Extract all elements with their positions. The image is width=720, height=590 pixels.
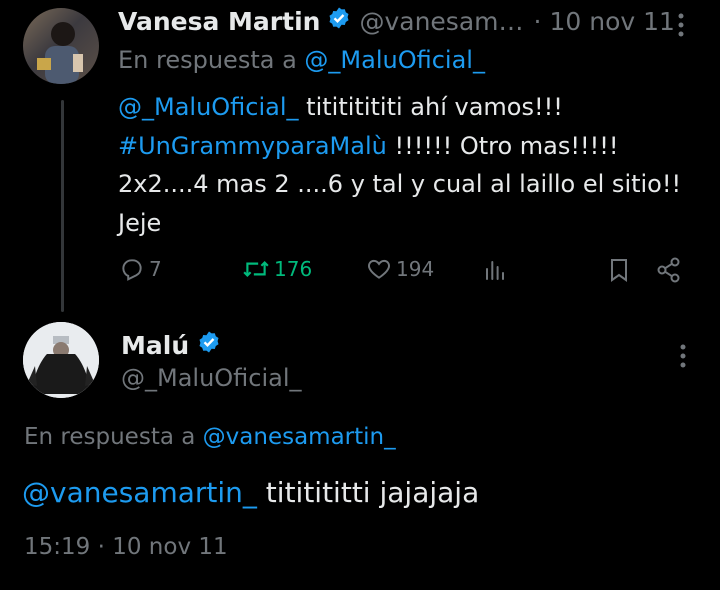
tweet1-body-line4: Jeje — [118, 208, 162, 237]
tweet1-body-mention[interactable]: @_MaluOficial_ — [118, 93, 299, 121]
tweet2-body-mention[interactable]: @vanesamartin_ — [22, 476, 257, 509]
reply-icon — [122, 259, 142, 281]
tweet1-hashtag[interactable]: #UnGrammyparaMalù — [118, 132, 387, 160]
share-icon[interactable] — [655, 256, 683, 288]
reply-button[interactable]: 7 — [119, 256, 162, 282]
tweet2-date: 10 nov 11 — [112, 534, 228, 560]
tweet1-body: @_MaluOficial_ titititititi ahí vamos!!!… — [118, 88, 681, 242]
retweet-icon — [243, 261, 269, 277]
retweet-button[interactable]: 176 — [242, 256, 312, 282]
tweet2-time: 15:19 — [24, 534, 91, 560]
like-count: 194 — [396, 257, 435, 281]
tweet1-author-name[interactable]: Vanesa Martin — [118, 7, 320, 36]
like-button[interactable]: 194 — [366, 256, 434, 282]
tweet2-reply-to-link[interactable]: @vanesamartin_ — [203, 424, 396, 450]
tweet1-body-line2: !!!!!! Otro mas!!!!! — [386, 131, 619, 160]
tweet1-date[interactable]: 10 nov 11 — [549, 7, 674, 36]
verified-badge-icon — [327, 6, 351, 36]
tweet2-body-text: tititititti jajajaja — [256, 476, 480, 509]
tweet1-header: Vanesa Martin @vanesam… · 10 nov 11 — [118, 6, 675, 36]
malu-avatar[interactable] — [23, 322, 99, 398]
tweet2-more-icon[interactable] — [676, 343, 690, 373]
tweet1-reply-context: En respuesta a @_MaluOficial_ — [118, 46, 485, 74]
tweet2-timestamp[interactable]: 15:19 · 10 nov 11 — [24, 534, 228, 560]
tweet1-separator: · — [533, 6, 542, 36]
tweet1-handle[interactable]: @vanesam… — [359, 7, 523, 36]
tweet1-reply-prefix: En respuesta a — [118, 46, 297, 74]
avatar-photo-icon — [37, 22, 83, 84]
tweet2-header: Malú — [121, 330, 221, 360]
avatar-photo-icon — [23, 322, 99, 398]
verified-badge-icon — [197, 330, 221, 360]
reply-count: 7 — [149, 257, 162, 281]
tweet1-body-line3: 2x2....4 mas 2 ....6 y tal y cual al lai… — [118, 170, 682, 198]
thread-connector-line — [61, 100, 64, 312]
tweet2-reply-prefix: En respuesta a — [24, 424, 196, 450]
heart-icon — [368, 259, 390, 279]
tweet1-more-icon[interactable] — [674, 12, 688, 42]
views-icon[interactable] — [483, 258, 507, 286]
tweet2-reply-context: En respuesta a @vanesamartin_ — [24, 424, 396, 450]
vanesa-avatar[interactable] — [23, 8, 99, 84]
tweet2-handle[interactable]: @_MaluOficial_ — [121, 364, 302, 392]
tweet1-body-line1: titititititi ahí vamos!!! — [298, 93, 563, 121]
retweet-count: 176 — [274, 257, 313, 281]
tweet2-author-name[interactable]: Malú — [121, 331, 189, 360]
bookmark-icon[interactable] — [607, 257, 631, 287]
tweet1-reply-to-link[interactable]: @_MaluOficial_ — [304, 46, 485, 74]
tweet2-separator: · — [97, 534, 105, 560]
tweet2-body: @vanesamartin_ tititititti jajajaja — [22, 476, 479, 509]
